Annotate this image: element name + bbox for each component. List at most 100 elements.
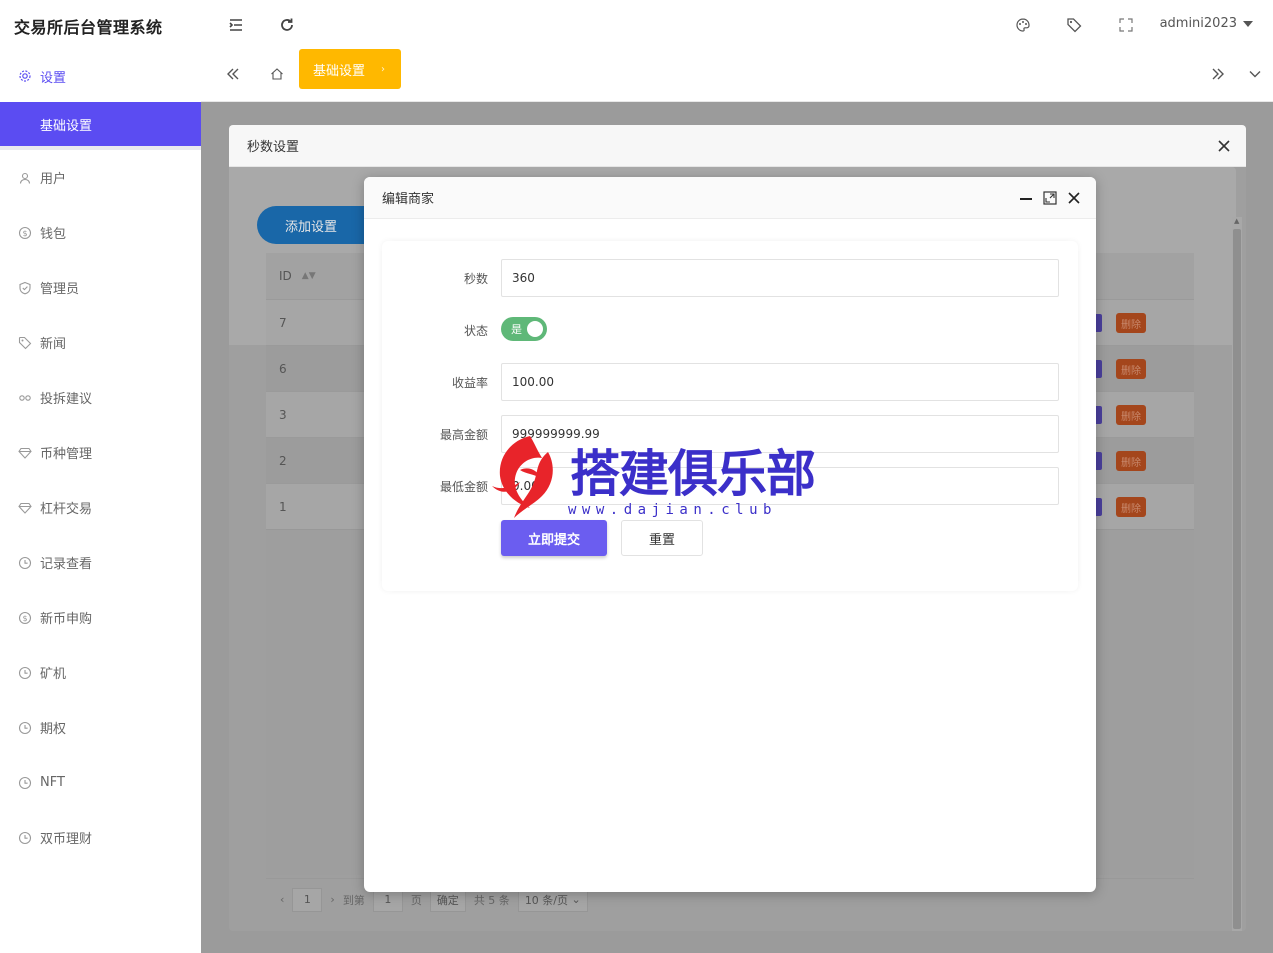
tag-icon: [18, 336, 32, 350]
edit-button[interactable]: [1096, 406, 1102, 424]
per-page-value: 10 条/页: [524, 893, 569, 907]
dollar-icon: $: [18, 611, 32, 625]
edit-button[interactable]: [1096, 452, 1102, 470]
sidebar-item-dual-currency[interactable]: 双币理财: [0, 810, 201, 865]
sidebar-item-label: 矿机: [40, 667, 67, 682]
edit-form: 秒数 状态 是 收益率 最高金额 最低金额 立即提交 重置: [382, 241, 1078, 591]
row-id: 2: [279, 453, 287, 468]
status-toggle[interactable]: 是: [501, 317, 547, 341]
tab-bar: 基础设置 ›: [201, 49, 1273, 102]
clock-icon: [18, 776, 32, 790]
tab-basic-settings[interactable]: 基础设置 ›: [299, 49, 401, 89]
username: admini2023: [1159, 16, 1237, 31]
sidebar-item-label: 管理员: [40, 282, 80, 297]
minimize-icon[interactable]: [1018, 190, 1034, 206]
form-row-max-amount: 最高金额: [382, 415, 1078, 453]
modal-title: 编辑商家: [364, 177, 1096, 219]
home-icon[interactable]: [263, 60, 291, 88]
sidebar-item-users[interactable]: 用户: [0, 150, 201, 205]
sidebar-menu: 设置 基础设置 用户 $ 钱包 管理员 新闻 投拆建议 币种管理 杠杆交易 记录…: [0, 50, 201, 865]
refresh-icon[interactable]: [277, 15, 297, 35]
next-page-icon[interactable]: ›: [330, 893, 334, 906]
sidebar-item-currency[interactable]: 币种管理: [0, 425, 201, 480]
sidebar-item-label: 新闻: [40, 337, 67, 352]
dollar-icon: $: [18, 226, 32, 240]
sidebar-item-miner[interactable]: 矿机: [0, 645, 201, 700]
tabs-scroll-right-icon[interactable]: [1204, 60, 1232, 88]
sidebar-item-label: 双币理财: [40, 832, 93, 847]
modal-title: 秒数设置: [229, 125, 1246, 167]
clock-icon: [18, 666, 32, 680]
total-count: 共 5 条: [473, 893, 510, 907]
seconds-input[interactable]: [501, 259, 1059, 297]
column-header-id: ID: [279, 269, 292, 283]
max-amount-label: 最高金额: [439, 428, 488, 442]
app-title: 交易所后台管理系统: [14, 18, 163, 37]
sort-icon[interactable]: ▲▼: [302, 271, 316, 281]
delete-button[interactable]: 删除: [1116, 313, 1146, 333]
sidebar-item-suggestions[interactable]: 投拆建议: [0, 370, 201, 425]
scrollbar-thumb[interactable]: [1233, 229, 1241, 929]
close-icon[interactable]: [1216, 138, 1232, 154]
tab-label: 基础设置: [313, 63, 366, 79]
menu-collapse-icon[interactable]: [226, 15, 246, 35]
add-setting-button[interactable]: 添加设置: [257, 206, 365, 244]
close-icon[interactable]: [1066, 190, 1082, 206]
gear-icon: [18, 69, 32, 83]
sidebar-item-label: 投拆建议: [40, 392, 93, 407]
toggle-knob: [527, 321, 543, 337]
user-icon: [18, 171, 32, 185]
toggle-text: 是: [511, 323, 522, 336]
user-menu[interactable]: admini2023: [1160, 16, 1253, 31]
fullscreen-icon[interactable]: [1116, 15, 1136, 35]
page-current[interactable]: 1: [292, 887, 323, 912]
sidebar-item-label: 杠杆交易: [40, 502, 93, 517]
sidebar-item-label: 币种管理: [40, 447, 93, 462]
sidebar-item-settings[interactable]: 设置: [0, 50, 201, 102]
maximize-icon[interactable]: [1042, 190, 1058, 206]
max-amount-input[interactable]: [501, 415, 1059, 453]
rate-label: 收益率: [451, 376, 488, 390]
delete-button[interactable]: 删除: [1116, 405, 1146, 425]
row-id: 7: [279, 315, 287, 330]
svg-text:$: $: [22, 229, 27, 238]
edit-button[interactable]: [1096, 498, 1102, 516]
page-label: 页: [410, 893, 422, 907]
submit-button[interactable]: 立即提交: [501, 520, 607, 556]
sidebar-item-records[interactable]: 记录查看: [0, 535, 201, 590]
delete-button[interactable]: 删除: [1116, 451, 1146, 471]
rate-input[interactable]: [501, 363, 1059, 401]
edit-button[interactable]: [1096, 360, 1102, 378]
form-row-min-amount: 最低金额: [382, 467, 1078, 505]
reset-button[interactable]: 重置: [621, 520, 703, 556]
form-row-rate: 收益率: [382, 363, 1078, 401]
seconds-label: 秒数: [463, 272, 488, 286]
scrollbar[interactable]: ▲ ▼: [1232, 217, 1242, 931]
sidebar-item-new-coin[interactable]: $ 新币申购: [0, 590, 201, 645]
sidebar-item-wallet[interactable]: $ 钱包: [0, 205, 201, 260]
sidebar-item-admins[interactable]: 管理员: [0, 260, 201, 315]
tabs-scroll-left-icon[interactable]: [219, 60, 247, 88]
sidebar-item-leverage[interactable]: 杠杆交易: [0, 480, 201, 535]
min-amount-input[interactable]: [501, 467, 1059, 505]
row-id: 6: [279, 361, 287, 376]
tag-icon[interactable]: [1064, 15, 1084, 35]
prev-page-icon[interactable]: ‹: [280, 893, 284, 906]
sidebar: 交易所后台管理系统 设置 基础设置 用户 $ 钱包 管理员 新闻 投拆建议 币种…: [0, 0, 201, 953]
tab-close-icon[interactable]: ›: [381, 64, 385, 75]
palette-icon[interactable]: [1013, 15, 1033, 35]
tabs-dropdown-icon[interactable]: [1241, 60, 1269, 88]
delete-button[interactable]: 删除: [1116, 497, 1146, 517]
row-id: 1: [279, 499, 287, 514]
row-id: 3: [279, 407, 287, 422]
svg-text:$: $: [22, 614, 27, 623]
scroll-up-icon[interactable]: ▲: [1234, 217, 1239, 225]
goto-label: 到第: [342, 893, 365, 907]
sidebar-item-options[interactable]: 期权: [0, 700, 201, 755]
sidebar-item-basic-settings[interactable]: 基础设置: [0, 102, 201, 150]
delete-button[interactable]: 删除: [1116, 359, 1146, 379]
sidebar-item-news[interactable]: 新闻: [0, 315, 201, 370]
sidebar-item-nft[interactable]: NFT: [0, 755, 201, 810]
sidebar-item-label: NFT: [40, 775, 65, 790]
edit-button[interactable]: [1096, 314, 1102, 332]
